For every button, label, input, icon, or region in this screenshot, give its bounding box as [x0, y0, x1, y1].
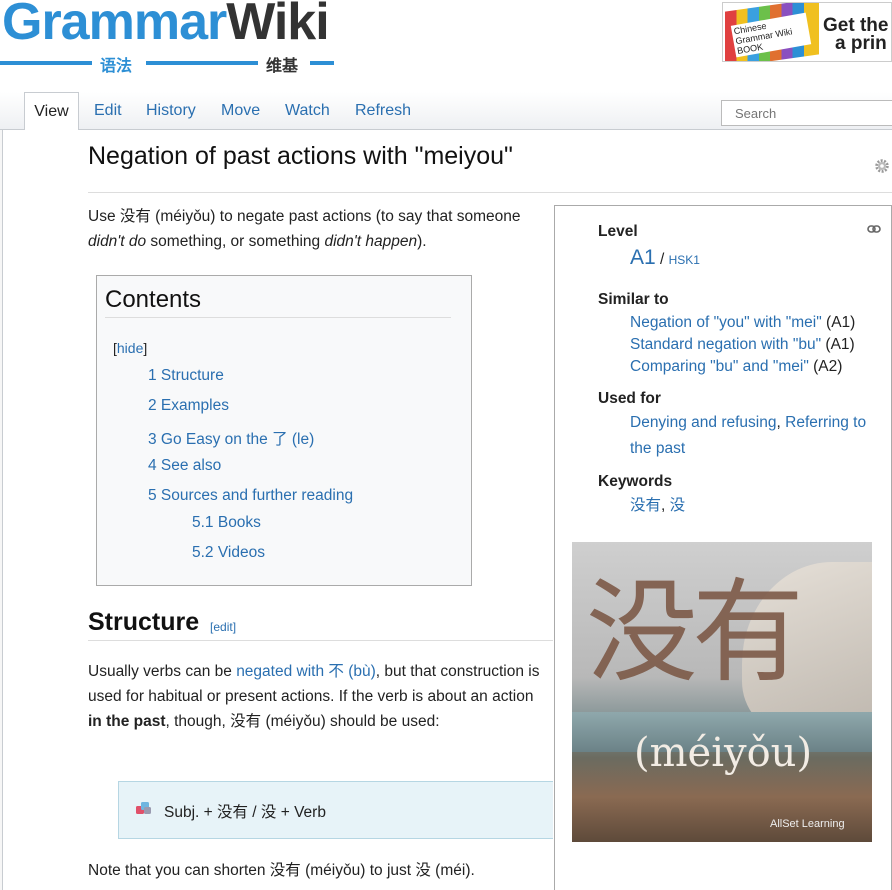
- structure-edit-section: [edit]: [210, 620, 237, 634]
- used-for-link-denying[interactable]: Denying and refusing: [630, 414, 777, 431]
- keywords-heading: Keywords: [598, 473, 673, 490]
- structure-bold: in the past: [88, 713, 166, 730]
- page-actions-tabbar: View Edit History Move Watch Refresh: [0, 92, 892, 131]
- link-icon[interactable]: [867, 224, 881, 234]
- structure-text-3: , though, 没有 (méiyǒu) should be used:: [165, 713, 440, 730]
- similar-item: Comparing "bu" and "mei" (A2): [630, 356, 842, 378]
- level-value-row: A1 / HSK1: [630, 247, 700, 271]
- keyword-link-meiyou[interactable]: 没有: [630, 497, 661, 514]
- structure-paragraph: Usually verbs can be negated with 不 (bù)…: [88, 659, 543, 734]
- level-separator: /: [655, 251, 669, 268]
- illustration-pinyin: (méiyǒu): [634, 730, 813, 776]
- used-for-link-past-1[interactable]: Referring to: [785, 414, 866, 431]
- logo-bar-left: [0, 61, 92, 65]
- tab-move[interactable]: Move: [221, 92, 260, 130]
- logo-grammar-text: Grammar: [2, 0, 227, 51]
- tab-edit[interactable]: Edit: [94, 92, 122, 130]
- structure-divider: [88, 640, 553, 641]
- page-title: Negation of past actions with "meiyou": [88, 142, 513, 170]
- meiyou-illustration[interactable]: 没有 (méiyǒu) AllSet Learning: [572, 542, 872, 842]
- title-divider: [88, 192, 892, 193]
- tab-refresh[interactable]: Refresh: [355, 92, 411, 130]
- grammar-wiki-logo[interactable]: GrammarWiki 语法 维基: [0, 0, 340, 80]
- blocks-icon: [136, 802, 151, 814]
- similar-link-comparing-bu-mei[interactable]: Comparing "bu" and "mei": [630, 358, 809, 375]
- negated-with-bu-link[interactable]: negated with 不 (bù): [236, 663, 376, 680]
- toc-hide-link[interactable]: hide: [117, 340, 143, 356]
- similar-heading: Similar to: [598, 291, 669, 308]
- keyword-separator: ,: [661, 497, 670, 514]
- toc-item-books[interactable]: 5.1 Books: [192, 514, 261, 532]
- used-for-heading: Used for: [598, 390, 661, 407]
- similar-item: Negation of "you" with "mei" (A1): [630, 312, 855, 334]
- structure-edit-link[interactable]: edit: [213, 620, 232, 634]
- shorten-note: Note that you can shorten 没有 (méiyǒu) to…: [88, 862, 475, 879]
- logo-bar-right: [310, 61, 334, 65]
- intro-text-1: Use 没有 (méiyǒu) to negate past actions (…: [88, 208, 521, 225]
- table-of-contents: Contents [hide] 1 Structure 2 Examples 3…: [96, 275, 472, 586]
- gear-icon[interactable]: [873, 157, 891, 175]
- toc-item-sources[interactable]: 5 Sources and further reading: [148, 487, 353, 505]
- toc-item-videos[interactable]: 5.2 Videos: [192, 544, 265, 562]
- toc-hide-toggle: [hide]: [113, 340, 147, 356]
- toc-item-structure[interactable]: 1 Structure: [148, 367, 224, 385]
- logo-wiki-text: Wiki: [226, 0, 329, 51]
- toc-hide-bracket-close: ]: [143, 340, 148, 356]
- toc-item-go-easy[interactable]: 3 Go Easy on the 了 (le): [148, 427, 314, 449]
- intro-text-3: ).: [417, 233, 427, 250]
- toc-title: Contents: [105, 286, 202, 313]
- grammar-pattern-box: Subj. + 没有 / 没 + Verb: [118, 781, 553, 839]
- logo-subtitle-cn-grammar: 语法: [100, 58, 133, 75]
- grammar-infobox: Level A1 / HSK1 Similar to Negation of "…: [554, 205, 892, 890]
- book-ad-banner[interactable]: Chinese Grammar Wiki BOOK Get the a prin: [722, 2, 892, 62]
- level-hsk1-link[interactable]: HSK1: [669, 253, 700, 267]
- used-for-separator: ,: [776, 414, 786, 431]
- ad-text-line2: a prin: [835, 33, 887, 54]
- intro-emphasis-2: didn't happen: [324, 233, 418, 250]
- logo-subtitle-cn-wiki: 维基: [266, 58, 299, 75]
- ad-text: Get the a prin: [823, 16, 888, 54]
- keywords-row: 没有, 没: [630, 495, 685, 517]
- level-heading: Level: [598, 223, 638, 240]
- logo-wordmark: GrammarWiki: [2, 0, 330, 52]
- similar-item: Standard negation with "bu" (A1): [630, 334, 855, 356]
- site-header: GrammarWiki 语法 维基 Chinese Grammar Wiki B…: [0, 0, 892, 92]
- structure-text-1: Usually verbs can be: [88, 663, 237, 680]
- used-for-link-past-2[interactable]: the past: [630, 440, 685, 457]
- tab-view[interactable]: View: [24, 92, 79, 131]
- toc-item-examples[interactable]: 2 Examples: [148, 397, 229, 415]
- used-for-row: Denying and refusing, Referring to: [630, 412, 866, 434]
- similar-link-you-mei[interactable]: Negation of "you" with "mei": [630, 314, 822, 331]
- search-input[interactable]: [721, 100, 892, 126]
- toc-item-see-also[interactable]: 4 See also: [148, 457, 221, 475]
- keyword-link-mei[interactable]: 没: [670, 497, 686, 514]
- grammar-pattern-text: Subj. + 没有 / 没 + Verb: [164, 804, 326, 821]
- level-a1-link[interactable]: A1: [630, 246, 656, 269]
- similar-level: (A1): [821, 314, 856, 331]
- logo-bar-middle: [146, 61, 258, 65]
- toc-divider: [105, 317, 451, 318]
- illustration-credit: AllSet Learning: [770, 818, 845, 830]
- intro-emphasis-1: didn't do: [88, 233, 147, 250]
- tab-history[interactable]: History: [146, 92, 196, 130]
- illustration-characters: 没有: [586, 570, 804, 695]
- logo-subtitle: 语法 维基: [0, 52, 340, 75]
- intro-paragraph: Use 没有 (méiyǒu) to negate past actions (…: [88, 204, 543, 254]
- tab-watch[interactable]: Watch: [285, 92, 330, 130]
- page-content: Negation of past actions with "meiyou" U…: [2, 130, 892, 890]
- used-for-row-2: the past: [630, 438, 685, 460]
- similar-level: (A1): [821, 336, 855, 353]
- similar-link-standard-bu[interactable]: Standard negation with "bu": [630, 336, 821, 353]
- structure-heading: Structure: [88, 608, 200, 636]
- intro-text-2: something, or something: [146, 233, 325, 250]
- similar-level: (A2): [808, 358, 843, 375]
